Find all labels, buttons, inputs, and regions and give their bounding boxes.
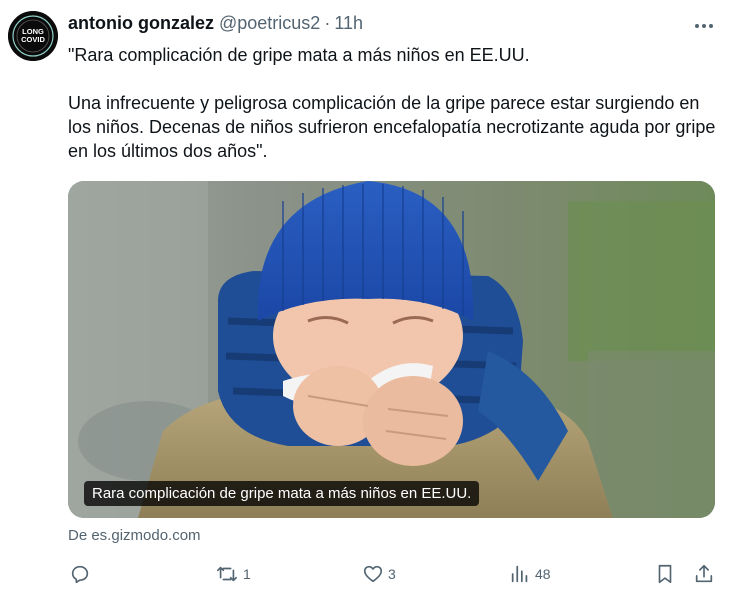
media-caption: Rara complicación de gripe mata a más ni…: [84, 481, 480, 506]
avatar[interactable]: LONG COVID: [8, 11, 58, 61]
more-options-button[interactable]: [690, 16, 718, 36]
author-handle[interactable]: @poetricus2: [219, 13, 320, 34]
share-button[interactable]: [693, 560, 715, 588]
reply-icon: [71, 565, 89, 584]
link-card-image[interactable]: Rara complicación de gripe mata a más ni…: [68, 181, 715, 518]
retweet-count: 1: [243, 566, 251, 582]
author-name[interactable]: antonio gonzalez: [68, 13, 214, 34]
reply-button[interactable]: [69, 560, 95, 588]
views-button[interactable]: 48: [509, 560, 551, 588]
tweet-paragraph-2: Una infrecuente y peligrosa complicación…: [68, 93, 726, 161]
long-covid-logo-icon: LONG COVID: [8, 11, 58, 61]
source-link[interactable]: De es.gizmodo.com: [68, 527, 201, 544]
bookmark-icon: [658, 564, 672, 584]
retweet-icon: [217, 566, 237, 582]
retweet-button[interactable]: 1: [215, 560, 251, 588]
tweet-paragraph-1: "Rara complicación de gripe mata a más n…: [68, 45, 530, 65]
child-sneezing-photo: [68, 181, 715, 518]
like-button[interactable]: 3: [362, 560, 396, 588]
views-icon: [511, 565, 528, 583]
tweet-text: "Rara complicación de gripe mata a más n…: [68, 43, 718, 163]
more-icon: [695, 24, 713, 28]
views-count: 48: [535, 566, 551, 582]
like-count: 3: [388, 566, 396, 582]
action-bar: 1 3 48: [0, 560, 732, 588]
heart-icon: [363, 565, 383, 583]
timestamp[interactable]: 11h: [334, 13, 363, 34]
tweet-header: antonio gonzalez @poetricus2 · 11h: [68, 13, 363, 37]
separator-dot: ·: [324, 13, 331, 33]
share-icon: [695, 564, 713, 583]
bookmark-button[interactable]: [654, 560, 676, 588]
avatar-text-bottom: COVID: [21, 35, 45, 44]
